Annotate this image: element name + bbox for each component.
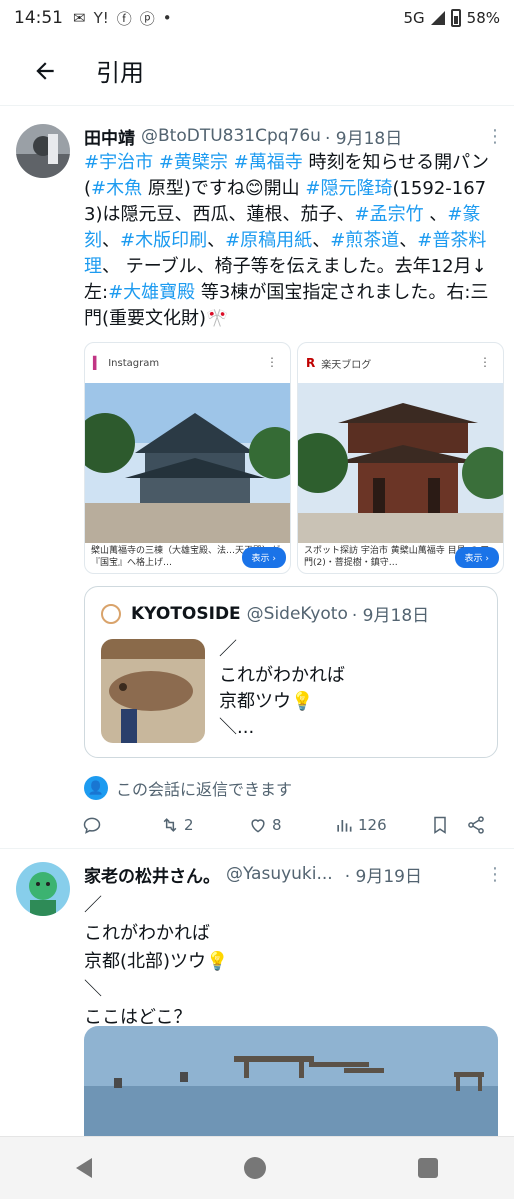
battery-label: 58% — [466, 9, 500, 27]
card-menu-icon[interactable]: ⋮ — [266, 355, 278, 369]
quoted-tweet[interactable]: KYOTOSIDE @SideKyoto · 9月18日 ／ これがわかれば 京… — [84, 586, 498, 758]
tweet[interactable]: 田中靖 @BtoDTU831Cpq76u · 9月18日 #宇治市 #黄檗宗 #… — [0, 108, 514, 848]
author-handle[interactable]: @BtoDTU831Cpq76u — [141, 126, 321, 146]
reply-permission-note: 👤 この会話に返信できます — [84, 776, 292, 800]
author-handle[interactable]: @Yasuyuki... — [226, 864, 333, 884]
system-nav-bar — [0, 1136, 514, 1199]
hashtag-link[interactable]: #隠元隆琦 — [305, 178, 392, 199]
card-source: ▍ Instagram — [93, 356, 160, 370]
views-count: 126 — [358, 816, 387, 834]
quote-date: · 9月18日 — [351, 606, 430, 626]
hashtag-link[interactable]: #木版印刷 — [120, 230, 207, 251]
quote-author-handle: @SideKyoto — [246, 603, 348, 624]
hashtag-link[interactable]: #煎茶道 — [330, 230, 399, 251]
signal-icon — [430, 11, 445, 25]
bookmark-icon — [434, 816, 446, 834]
hashtag-link[interactable]: #大雄寶殿 — [108, 282, 195, 303]
views-button[interactable]: 126 — [334, 815, 430, 835]
chat-icon: ✉ — [73, 9, 86, 27]
more-options-icon[interactable]: ⋮ — [486, 126, 504, 147]
page-title: 引用 — [96, 59, 144, 87]
text-fragment: 、 — [399, 230, 418, 251]
retweet-count: 2 — [184, 816, 194, 834]
views-chart-icon — [337, 820, 352, 832]
link-card[interactable]: ▍ Instagram ⋮ 檗山萬福寺の三棟（大雄宝殿、法…天王殿）が『国宝』へ… — [84, 342, 291, 574]
hashtag-link[interactable]: #宇治市 — [84, 152, 153, 173]
tweet-date[interactable]: · 9月18日 — [325, 124, 402, 149]
retweet-icon — [163, 818, 177, 832]
hashtag-link[interactable]: #孟宗竹 — [354, 204, 423, 225]
more-options-icon[interactable]: ⋮ — [486, 864, 504, 885]
hashtag-link[interactable]: #原稿用紙 — [225, 230, 312, 251]
instagram-icon: ▍ — [93, 356, 103, 370]
tweet-text: #宇治市 #黄檗宗 #萬福寺 時刻を知らせる開パン(#木魚 原型)ですね😊開山 … — [84, 150, 498, 332]
reply-button[interactable] — [82, 815, 160, 835]
card-show-button[interactable]: 表示 › — [241, 547, 286, 568]
quote-author-name: KYOTOSIDE — [131, 603, 241, 624]
quote-photo — [101, 639, 205, 743]
dot-icon: • — [162, 9, 172, 27]
like-count: 8 — [272, 816, 282, 834]
author-name[interactable]: 家老の松井さん。 — [84, 862, 220, 887]
tweet-photo[interactable] — [84, 1026, 498, 1136]
tweet-text: ／ これがわかれば 京都(北部)ツウ💡 ＼ ここはどこ？ — [84, 895, 229, 1028]
card-show-button[interactable]: 表示 › — [454, 547, 499, 568]
kyotoside-logo-icon — [101, 603, 121, 624]
arrow-left-icon — [36, 61, 54, 80]
text-fragment: 、 — [207, 230, 226, 251]
tweet-header: 家老の松井さん。 @Yasuyuki... · 9月19日 — [84, 860, 498, 888]
hashtag-link[interactable]: #黄檗宗 — [159, 152, 228, 173]
avatar[interactable] — [16, 124, 70, 178]
text-fragment: 原型)ですね😊開山 — [142, 178, 306, 199]
tweet[interactable]: 家老の松井さん。 @Yasuyuki... · 9月19日 ／ これがわかれば … — [0, 850, 514, 1136]
tweet-date[interactable]: · 9月19日 — [345, 862, 422, 887]
pinterest-icon: ⓟ — [139, 9, 155, 28]
hashtag-link[interactable]: #木魚 — [91, 178, 142, 199]
share-button[interactable] — [466, 815, 486, 835]
status-time: 14:51 — [14, 8, 63, 28]
rakuten-icon: R — [306, 356, 316, 370]
facebook-icon: ⓕ — [116, 9, 132, 28]
hashtag-link[interactable]: #萬福寺 — [234, 152, 303, 173]
network-label: 5G — [403, 9, 425, 27]
reply-icon — [83, 817, 101, 834]
tweet-actions: 2 8 126 — [82, 810, 498, 840]
system-home-icon[interactable] — [244, 1157, 266, 1179]
user-icon: 👤 — [84, 776, 108, 800]
share-icon — [468, 816, 484, 834]
system-back-icon[interactable] — [76, 1158, 92, 1178]
like-button[interactable]: 8 — [248, 815, 334, 835]
battery-icon — [450, 9, 461, 27]
tweet-header: 田中靖 @BtoDTU831Cpq76u · 9月18日 — [84, 122, 498, 150]
yahoo-icon: Y! — [93, 9, 109, 27]
app-bar: 引用 — [0, 36, 514, 106]
link-card[interactable]: R 楽天ブログ ⋮ スポット探訪 宇治市 黄檗山萬福寺 目見 -3 三門(2)・… — [297, 342, 504, 574]
text-fragment: 、 — [102, 230, 120, 251]
system-recents-icon[interactable] — [418, 1158, 438, 1178]
heart-icon — [251, 819, 265, 833]
quote-text: ／ これがわかれば 京都ツウ💡 ＼... — [219, 639, 345, 738]
divider — [0, 848, 514, 849]
back-button[interactable] — [0, 58, 90, 84]
card-photo — [85, 383, 290, 543]
avatar[interactable] — [16, 862, 70, 916]
card-photo — [298, 383, 503, 543]
author-name[interactable]: 田中靖 — [84, 124, 135, 149]
status-bar: 14:51 ✉ Y! ⓕ ⓟ • 5G 58% — [0, 0, 514, 36]
card-menu-icon[interactable]: ⋮ — [479, 355, 491, 369]
text-fragment: 、 — [312, 230, 331, 251]
quote-header: KYOTOSIDE @SideKyoto · 9月18日 — [101, 601, 429, 626]
card-source: R 楽天ブログ — [306, 356, 372, 371]
media-cards: ▍ Instagram ⋮ 檗山萬福寺の三棟（大雄宝殿、法…天王殿）が『国宝』へ… — [84, 342, 504, 574]
text-fragment: 、 — [423, 204, 448, 225]
bookmark-button[interactable] — [430, 815, 466, 835]
retweet-button[interactable]: 2 — [160, 815, 248, 835]
